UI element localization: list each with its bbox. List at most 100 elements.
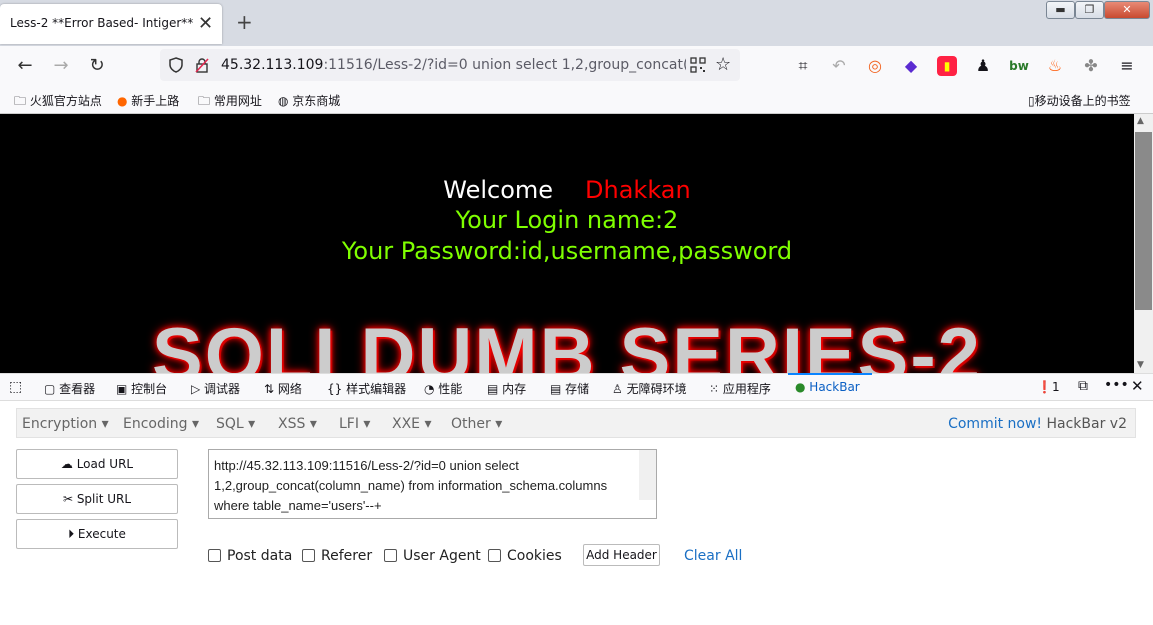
extension-user-icon[interactable]: ♟ <box>973 56 993 76</box>
bookmark-item[interactable]: 🗀 火狐官方站点 <box>14 92 102 113</box>
console-icon: ▣ <box>116 382 132 396</box>
style-editor-icon: {} <box>327 382 347 396</box>
checkbox-box[interactable] <box>488 549 501 562</box>
window-controls: ▬ ❐ ✕ <box>1046 1 1150 19</box>
textarea-scrollbar[interactable] <box>639 450 656 500</box>
shield-icon[interactable] <box>168 57 184 73</box>
checkbox-label: Cookies <box>507 548 562 564</box>
scissors-icon: ✂ <box>62 492 77 506</box>
extension-square-icon[interactable]: ▮ <box>937 56 957 76</box>
menu-icon[interactable]: ≡ <box>1117 56 1137 76</box>
qr-code-icon[interactable] <box>690 57 706 73</box>
user-name: Dhakkan <box>585 176 691 204</box>
cookies-checkbox[interactable]: Cookies <box>488 548 562 564</box>
tab-label: 查看器 <box>59 382 96 396</box>
element-picker-icon[interactable]: ⬚ <box>9 379 22 395</box>
performance-icon: ◔ <box>424 382 439 396</box>
post-data-checkbox[interactable]: Post data <box>208 548 292 564</box>
menu-encryption[interactable]: Encryption ▾ <box>22 416 109 432</box>
tab-close-icon[interactable]: ✕ <box>198 13 213 34</box>
maximize-button[interactable]: ❐ <box>1075 1 1104 19</box>
tab-memory[interactable]: ▤ 内存 <box>487 380 526 397</box>
devtools-close-icon[interactable]: ✕ <box>1131 377 1144 395</box>
extension-ring-icon[interactable]: ◎ <box>865 56 885 76</box>
error-counter[interactable]: ❗1 <box>1037 380 1060 394</box>
extension-bw-icon[interactable]: bw <box>1009 56 1029 76</box>
menu-other[interactable]: Other ▾ <box>451 416 502 432</box>
tab-label: 控制台 <box>131 382 168 396</box>
error-count: 1 <box>1051 380 1060 394</box>
split-url-button[interactable]: ✂ Split URL <box>16 484 178 514</box>
extension-puzzle-icon[interactable]: ✤ <box>1081 56 1101 76</box>
referer-checkbox[interactable]: Referer <box>302 548 372 564</box>
minimize-button[interactable]: ▬ <box>1046 1 1075 19</box>
button-label: Execute <box>77 527 126 541</box>
tab-performance[interactable]: ◔ 性能 <box>424 380 462 397</box>
undo-icon[interactable]: ↶ <box>829 56 849 76</box>
tab-inspector[interactable]: ▢ 查看器 <box>44 380 95 397</box>
mobile-bookmarks-label: 移动设备上的书签 <box>1034 94 1131 108</box>
scroll-up-icon[interactable]: ▲ <box>1137 116 1144 126</box>
tab-label: 样式编辑器 <box>346 382 407 396</box>
welcome-line: Welcome Dhakkan <box>0 176 1134 204</box>
bookmark-label: 京东商城 <box>292 94 341 108</box>
bookmark-label: 常用网址 <box>213 94 262 108</box>
new-tab-icon[interactable]: + <box>236 10 253 34</box>
checkbox-box[interactable] <box>208 549 221 562</box>
extension-diamond-icon[interactable]: ◆ <box>901 56 921 76</box>
menu-xss[interactable]: XSS ▾ <box>278 416 317 432</box>
execute-button[interactable]: ⏵ Execute <box>16 519 178 549</box>
bookmark-item[interactable]: ◍ 京东商城 <box>278 92 340 109</box>
bookmark-star-icon[interactable]: ☆ <box>715 54 731 75</box>
scrollbar-thumb[interactable] <box>1135 132 1152 310</box>
clear-all-link[interactable]: Clear All <box>684 548 742 564</box>
load-url-button[interactable]: ☁ Load URL <box>16 449 178 479</box>
tab-network[interactable]: ⇅ 网络 <box>264 380 302 397</box>
checkbox-box[interactable] <box>384 549 397 562</box>
tab-accessibility[interactable]: ♙ 无障碍环境 <box>612 380 687 397</box>
insecure-lock-icon[interactable] <box>194 57 210 73</box>
browser-tab[interactable]: Less-2 **Error Based- Intiger** ✕ <box>0 4 222 44</box>
url-text: 45.32.113.109:11516/Less-2/?id=0 union s… <box>221 57 686 73</box>
menu-encoding[interactable]: Encoding ▾ <box>123 416 199 432</box>
more-options-icon[interactable]: ••• <box>1104 377 1129 393</box>
tab-storage[interactable]: ▤ 存储 <box>550 380 589 397</box>
forward-icon[interactable]: → <box>49 55 73 76</box>
tab-label: 存储 <box>565 382 590 396</box>
address-bar[interactable]: 45.32.113.109:11516/Less-2/?id=0 union s… <box>160 49 740 81</box>
tab-console[interactable]: ▣ 控制台 <box>116 380 167 397</box>
tab-label: 性能 <box>438 382 463 396</box>
user-agent-checkbox[interactable]: User Agent <box>384 548 481 564</box>
bookmark-label: 新手上路 <box>131 94 180 108</box>
scroll-down-icon[interactable]: ▼ <box>1137 360 1144 370</box>
tab-style-editor[interactable]: {} 样式编辑器 <box>327 380 406 397</box>
tab-debugger[interactable]: ▷ 调试器 <box>191 380 240 397</box>
reload-icon[interactable]: ↻ <box>85 55 109 76</box>
commit-link[interactable]: Commit now! <box>948 416 1042 432</box>
tab-label: 内存 <box>502 382 527 396</box>
globe-icon: ◍ <box>278 94 293 108</box>
extension-flame-icon[interactable]: ♨ <box>1045 56 1065 76</box>
hackbar-menu: Encryption ▾ Encoding ▾ SQL ▾ XSS ▾ LFI … <box>16 408 1136 438</box>
screenshot-icon[interactable]: ⌗ <box>793 56 813 76</box>
tab-title: Less-2 **Error Based- Intiger** <box>10 16 194 30</box>
bookmark-item[interactable]: 🗀 常用网址 <box>198 92 262 113</box>
play-icon: ⏵ <box>68 527 78 541</box>
tab-application[interactable]: ⁙ 应用程序 <box>709 380 771 397</box>
accessibility-icon: ♙ <box>612 382 627 396</box>
back-icon[interactable]: ← <box>13 55 37 76</box>
tab-hackbar[interactable]: ● HackBar <box>795 380 860 394</box>
mobile-bookmarks[interactable]: ▯移动设备上的书签 <box>1028 92 1131 109</box>
add-header-button[interactable]: Add Header <box>583 544 660 566</box>
bookmark-item[interactable]: ● 新手上路 <box>117 92 179 109</box>
checkbox-box[interactable] <box>302 549 315 562</box>
window-close-button[interactable]: ✕ <box>1104 1 1150 19</box>
menu-lfi[interactable]: LFI ▾ <box>339 416 370 432</box>
menu-sql[interactable]: SQL ▾ <box>216 416 255 432</box>
button-label: Load URL <box>76 457 134 471</box>
password-text: Your Password:id,username,password <box>341 237 793 265</box>
menu-xxe[interactable]: XXE ▾ <box>392 416 432 432</box>
url-textarea[interactable]: http://45.32.113.109:11516/Less-2/?id=0 … <box>208 449 657 519</box>
dock-icon[interactable]: ⧉ <box>1078 378 1088 394</box>
checkbox-label: Referer <box>321 548 373 564</box>
